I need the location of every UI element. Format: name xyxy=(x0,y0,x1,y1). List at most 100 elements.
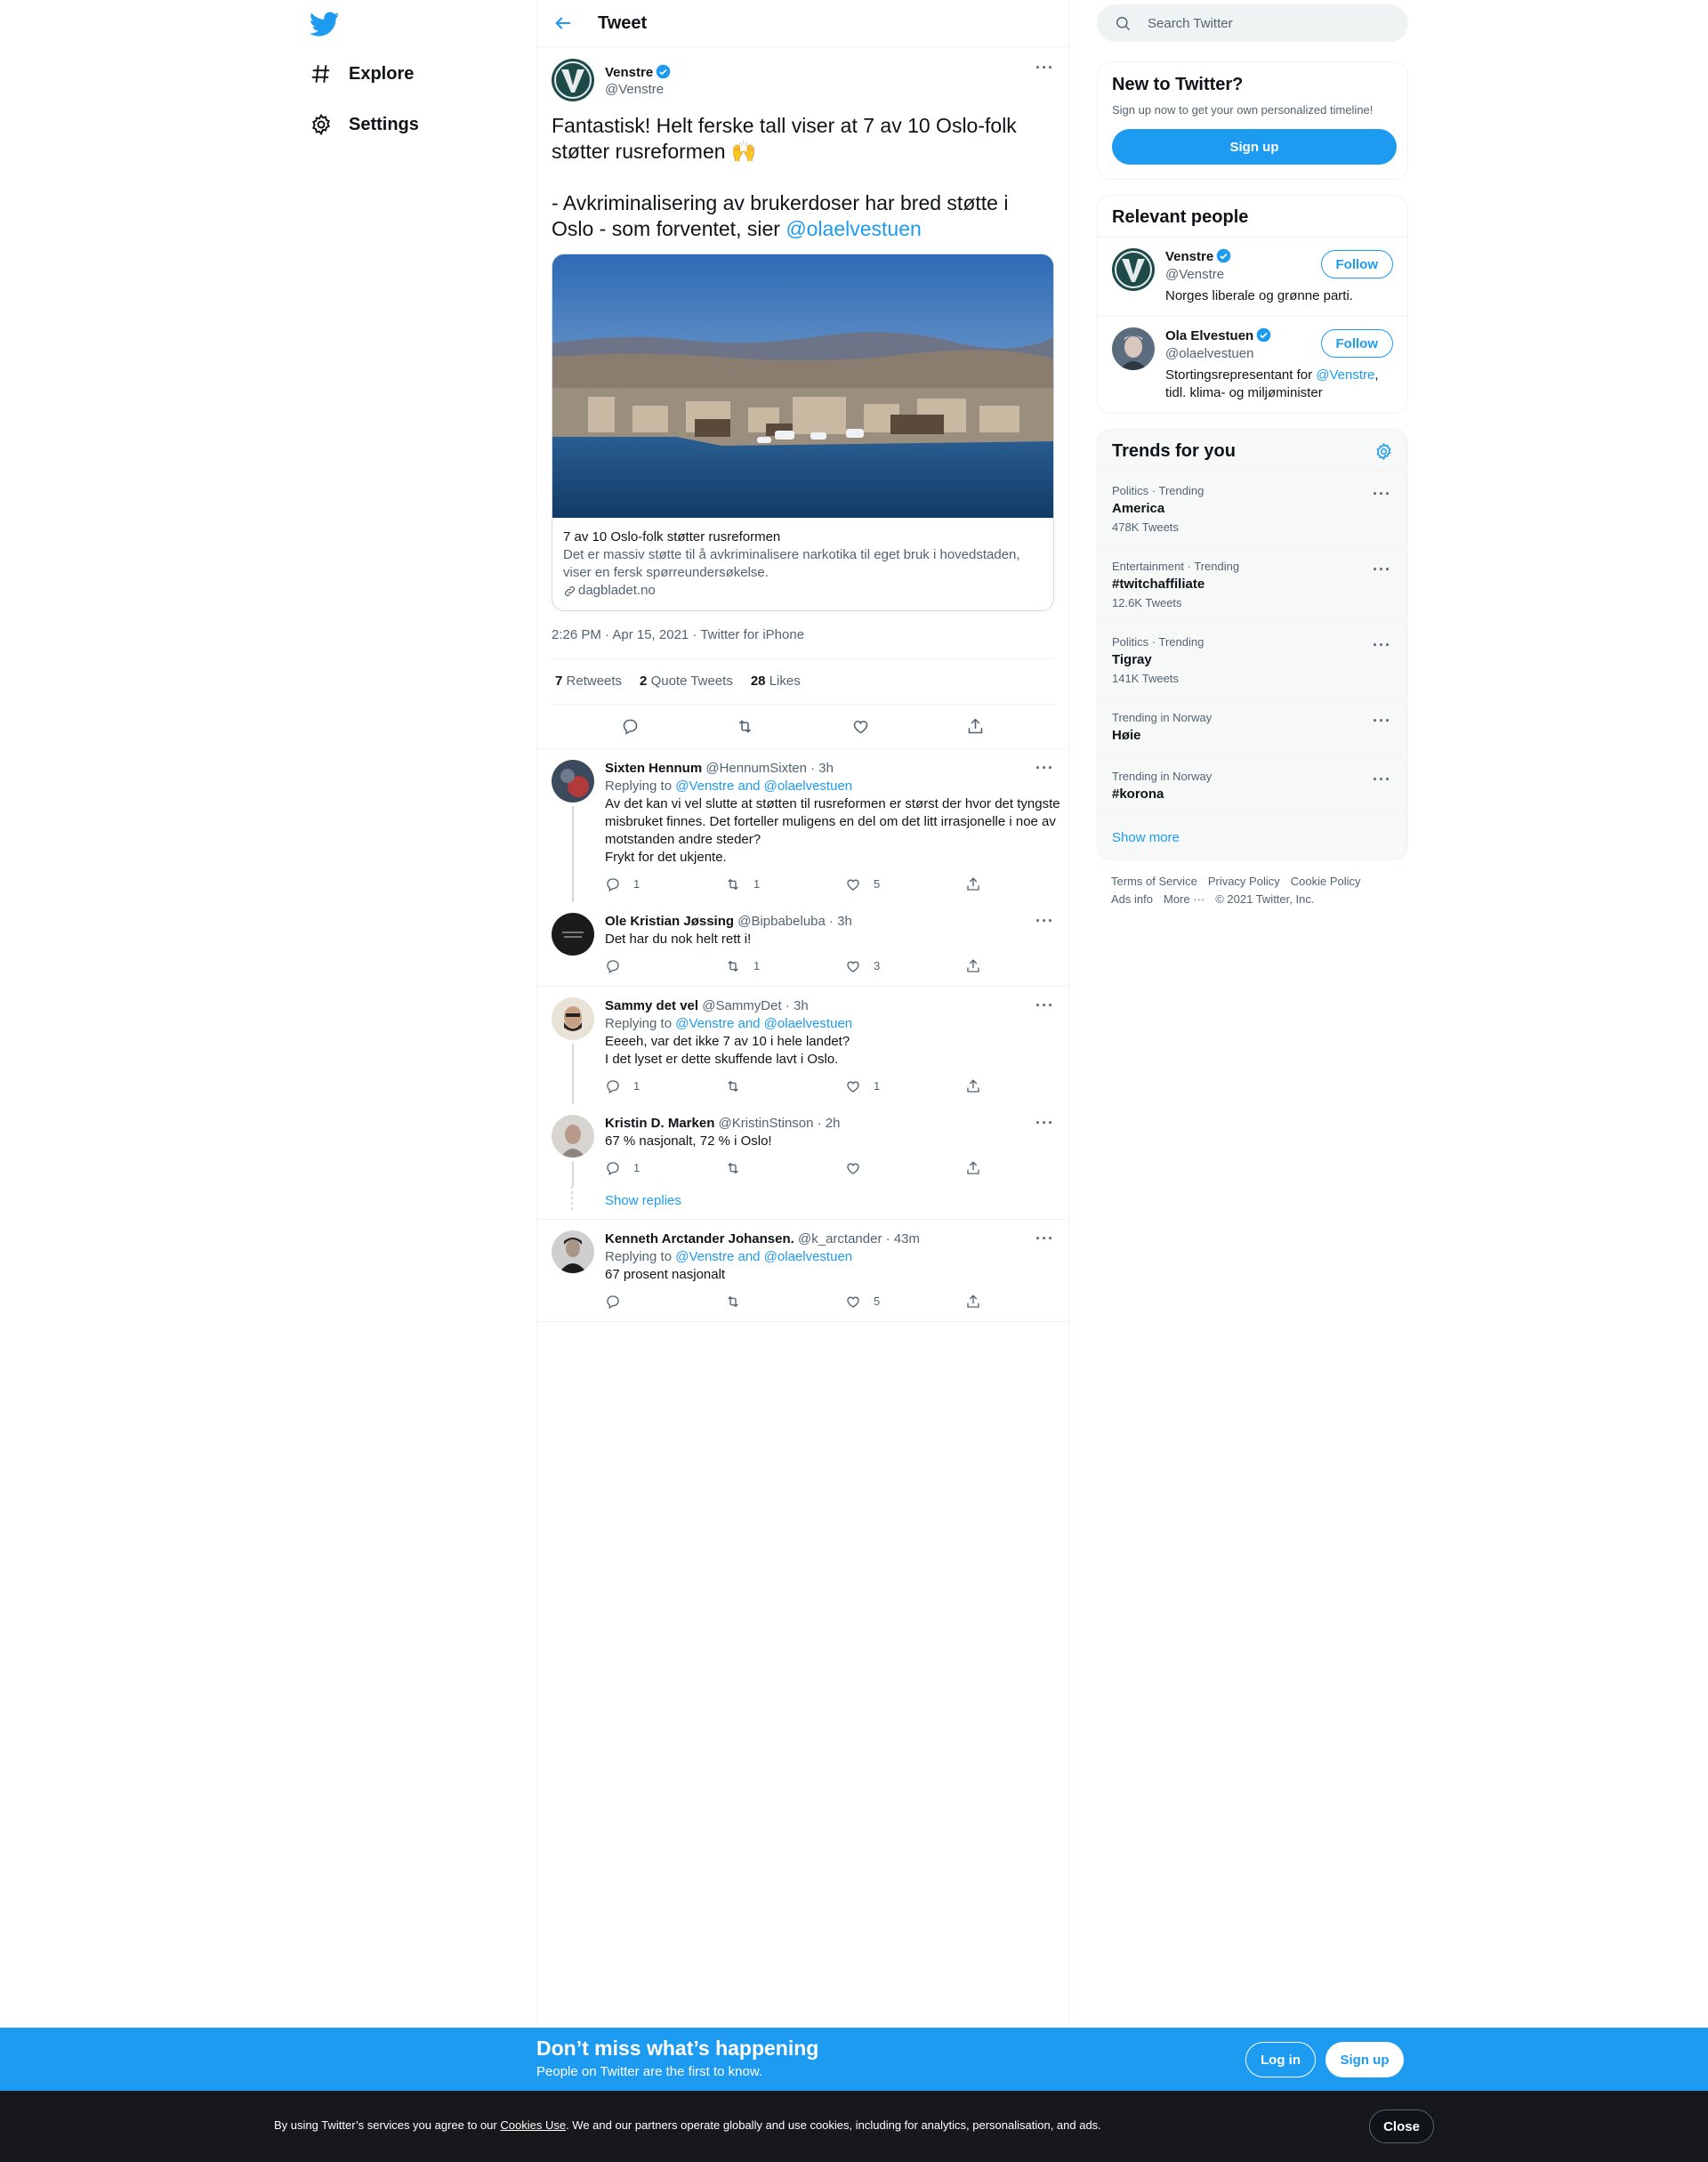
olaelvestuen-avatar[interactable] xyxy=(1112,327,1155,370)
reply-button[interactable]: 1 xyxy=(605,1159,725,1177)
search-input[interactable]: Search Twitter xyxy=(1148,16,1233,31)
reply-author-handle[interactable]: @KristinStinson · 2h xyxy=(719,1116,841,1131)
replying-to-link[interactable]: @Venstre and @olaelvestuen xyxy=(675,1249,852,1264)
reply-author-handle[interactable]: @Bipbabeluba · 3h xyxy=(737,914,852,929)
trend-item[interactable]: Politics · Trending Tigray 141K Tweets ·… xyxy=(1098,623,1407,698)
retweets-stat[interactable]: 7 Retweets xyxy=(555,674,622,689)
tweet-author[interactable]: Venstre @Venstre xyxy=(552,58,1054,102)
log-in-button[interactable]: Log in xyxy=(1245,2042,1316,2077)
reply-avatar[interactable] xyxy=(552,1115,594,1158)
reply-item[interactable]: Sammy det vel @SammyDet · 3h Replying to… xyxy=(537,987,1068,1104)
reply-author-handle[interactable]: @k_arctander · 43m xyxy=(798,1231,920,1246)
share-button[interactable] xyxy=(965,1294,1085,1310)
more-options-icon[interactable]: ··· xyxy=(1035,913,1054,929)
follow-button[interactable]: Follow xyxy=(1320,329,1393,358)
share-button[interactable] xyxy=(965,1078,1085,1094)
like-button[interactable]: 1 xyxy=(845,1077,965,1095)
bottom-sign-up-button[interactable]: Sign up xyxy=(1325,2042,1404,2077)
more-options-icon[interactable]: ··· xyxy=(1373,637,1391,653)
trend-item[interactable]: Politics · Trending America 478K Tweets … xyxy=(1098,472,1407,547)
nav-explore[interactable]: Explore xyxy=(310,56,414,92)
reply-author-handle[interactable]: @HennumSixten · 3h xyxy=(705,761,834,776)
retweet-button[interactable] xyxy=(725,1078,845,1094)
retweet-button[interactable]: 1 xyxy=(725,957,845,975)
reply-author-name[interactable]: Sammy det vel xyxy=(605,998,698,1013)
venstre-avatar[interactable] xyxy=(1112,248,1155,291)
person-bio: Stortingsrepresentant for @Venstre, tidl… xyxy=(1165,367,1379,400)
like-button[interactable]: 5 xyxy=(845,1293,965,1311)
link-card[interactable]: 7 av 10 Oslo-folk støtter rusreformen De… xyxy=(552,254,1054,611)
more-options-icon[interactable]: ··· xyxy=(1035,1115,1054,1131)
sign-up-button[interactable]: Sign up xyxy=(1112,129,1397,165)
like-button[interactable]: 5 xyxy=(845,875,965,893)
like-icon[interactable] xyxy=(851,717,870,736)
reply-button[interactable] xyxy=(605,958,725,974)
replying-to-link[interactable]: @Venstre and @olaelvestuen xyxy=(675,1016,852,1031)
twitter-logo-icon[interactable] xyxy=(310,9,340,39)
more-options-icon[interactable]: ··· xyxy=(1373,561,1391,577)
ads-info-link[interactable]: Ads info xyxy=(1111,891,1153,908)
retweet-button[interactable] xyxy=(725,1160,845,1176)
reply-item[interactable]: Kenneth Arctander Johansen. @k_arctander… xyxy=(537,1220,1068,1322)
more-link[interactable]: More ··· xyxy=(1164,891,1204,908)
cookie-policy-link[interactable]: Cookie Policy xyxy=(1291,873,1361,891)
share-button[interactable] xyxy=(965,876,1085,892)
reply-item[interactable]: Ole Kristian Jøssing @Bipbabeluba · 3h D… xyxy=(537,902,1068,987)
more-options-icon[interactable]: ··· xyxy=(1035,997,1054,1013)
reply-avatar[interactable] xyxy=(552,1230,594,1273)
more-options-icon[interactable]: ··· xyxy=(1035,1230,1054,1246)
venstre-avatar[interactable] xyxy=(552,59,594,101)
reply-author-handle[interactable]: @SammyDet · 3h xyxy=(702,998,808,1013)
back-arrow-icon[interactable] xyxy=(553,13,573,33)
trends-settings-gear-icon[interactable] xyxy=(1374,442,1393,461)
reply-button[interactable]: 1 xyxy=(605,1077,725,1095)
more-options-icon[interactable]: ··· xyxy=(1373,713,1391,729)
trend-item[interactable]: Trending in Norway #korona ··· xyxy=(1098,757,1407,816)
tweet-timestamp[interactable]: 2:26 PM · Apr 15, 2021 · Twitter for iPh… xyxy=(552,611,1054,659)
show-more-link[interactable]: Show more xyxy=(1098,816,1407,859)
follow-button[interactable]: Follow xyxy=(1320,250,1393,278)
replying-to: Replying to @Venstre and @olaelvestuen xyxy=(605,1016,853,1031)
reply-button[interactable] xyxy=(605,1294,725,1310)
trend-topic: America xyxy=(1112,501,1165,516)
reply-author-name[interactable]: Sixten Hennum xyxy=(605,761,702,776)
search-box[interactable]: Search Twitter xyxy=(1097,4,1408,42)
more-options-icon[interactable]: ··· xyxy=(1373,771,1391,787)
privacy-link[interactable]: Privacy Policy xyxy=(1208,873,1280,891)
cookies-use-link[interactable]: Cookies Use xyxy=(500,2118,566,2132)
reply-avatar[interactable] xyxy=(552,997,594,1040)
replying-to-link[interactable]: @Venstre and @olaelvestuen xyxy=(675,778,852,794)
share-button[interactable] xyxy=(965,958,1085,974)
relevant-person[interactable]: Venstre @Venstre Norges liberale og grøn… xyxy=(1098,238,1407,317)
retweet-icon[interactable] xyxy=(736,717,754,736)
retweet-button[interactable]: 1 xyxy=(725,875,845,893)
like-button[interactable]: 3 xyxy=(845,957,965,975)
reply-avatar[interactable] xyxy=(552,913,594,956)
reply-item[interactable]: Kristin D. Marken @KristinStinson · 2h 6… xyxy=(537,1104,1068,1186)
retweet-button[interactable] xyxy=(725,1294,845,1310)
show-replies-link[interactable]: Show replies xyxy=(537,1186,1068,1220)
reply-button[interactable]: 1 xyxy=(605,875,725,893)
reply-author-name[interactable]: Kristin D. Marken xyxy=(605,1116,714,1131)
bio-mention-link[interactable]: @Venstre xyxy=(1316,367,1374,383)
like-button[interactable] xyxy=(845,1160,965,1176)
likes-stat[interactable]: 28 Likes xyxy=(751,674,801,689)
reply-icon[interactable] xyxy=(621,717,640,736)
trend-item[interactable]: Trending in Norway Høie ··· xyxy=(1098,698,1407,757)
quote-tweets-stat[interactable]: 2 Quote Tweets xyxy=(640,674,733,689)
share-icon[interactable] xyxy=(966,717,985,736)
terms-link[interactable]: Terms of Service xyxy=(1111,873,1197,891)
reply-item[interactable]: Sixten Hennum @HennumSixten · 3h Replyin… xyxy=(537,749,1068,902)
reply-avatar[interactable] xyxy=(552,760,594,803)
reply-author-name[interactable]: Ole Kristian Jøssing xyxy=(605,914,734,929)
cookie-close-button[interactable]: Close xyxy=(1369,2110,1434,2143)
relevant-person[interactable]: Ola Elvestuen @olaelvestuen Stortingsrep… xyxy=(1098,317,1407,413)
mention-link[interactable]: @olaelvestuen xyxy=(786,217,922,240)
trend-item[interactable]: Entertainment · Trending #twitchaffiliat… xyxy=(1098,547,1407,623)
more-options-icon[interactable]: ··· xyxy=(1035,60,1054,76)
more-options-icon[interactable]: ··· xyxy=(1035,760,1054,776)
share-button[interactable] xyxy=(965,1160,1085,1176)
reply-author-name[interactable]: Kenneth Arctander Johansen. xyxy=(605,1231,794,1246)
more-options-icon[interactable]: ··· xyxy=(1373,486,1391,502)
nav-settings[interactable]: Settings xyxy=(310,107,419,142)
